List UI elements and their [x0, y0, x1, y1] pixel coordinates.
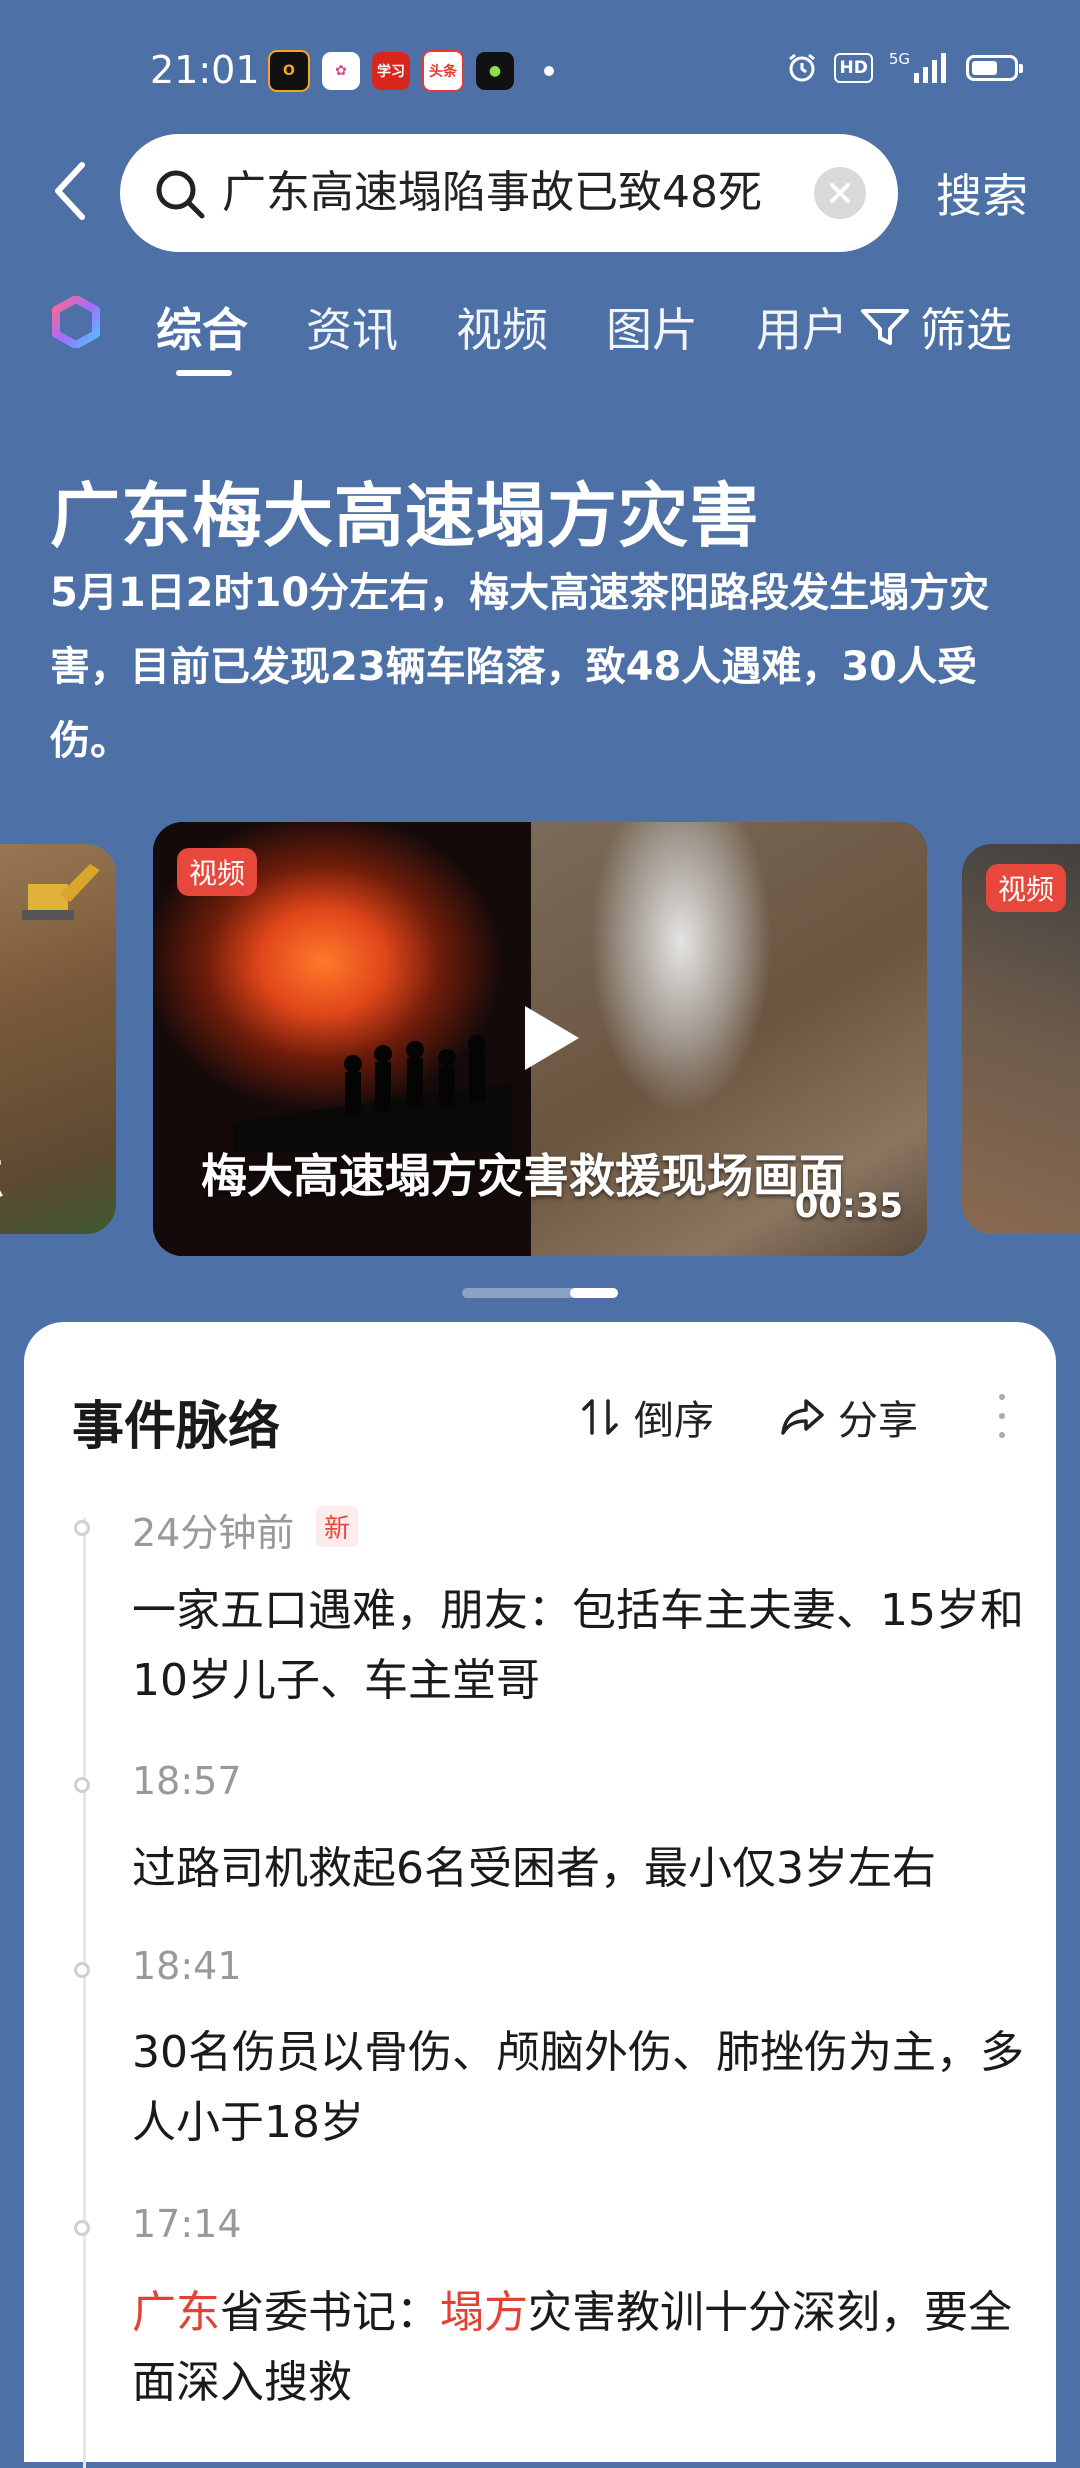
clear-search-button[interactable] — [814, 167, 866, 219]
app-xuexi-icon: 学习 — [372, 52, 410, 90]
timeline-item-text[interactable]: 30名伤员以骨伤、颅脑外伤、肺挫伤为主，多人小于18岁 — [132, 2018, 1032, 2158]
search-input[interactable]: 广东高速塌陷事故已致48死 — [120, 134, 898, 252]
video-title: 梅大高速塌方灾害救援现场画面 — [201, 1149, 845, 1203]
video-badge-next: 视频 — [986, 864, 1067, 912]
app-green-dot-icon: ● — [476, 52, 514, 90]
tab-images[interactable]: 图片 — [606, 294, 698, 360]
event-title[interactable]: 广东梅大高速塌方灾害 — [50, 460, 760, 561]
rescuers-silhouette — [233, 1035, 513, 1152]
new-badge: 新 — [316, 1506, 359, 1547]
video-duration: 00:35 — [794, 1186, 903, 1226]
sort-label: 倒序 — [634, 1398, 714, 1444]
timeline-panel: 事件脉络 倒序 分享 24分钟前 新 一家五口遇难，朋友：包括车主夫妻、15岁和… — [24, 1322, 1056, 2468]
status-right-icons: HD 5G — [786, 50, 1023, 86]
status-bar: 21:01 O ✿ 学习 头条 ● HD 5G — [0, 0, 1080, 140]
play-icon[interactable] — [507, 998, 587, 1078]
event-summary: 5月1日2时10分左右，梅大高速茶阳路段发生塌方灾害，目前已发现23辆车陷落，致… — [50, 570, 990, 764]
chevron-left-icon — [55, 162, 85, 220]
active-tab-indicator — [176, 370, 232, 376]
timeline-item-text[interactable]: 一家五口遇难，朋友：包括车主夫妻、15岁和10岁儿子、车主堂哥 — [132, 1576, 1032, 1716]
timeline-line — [83, 1518, 86, 2468]
timeline-item-time: 17:14 — [132, 2202, 242, 2246]
tab-users[interactable]: 用户 — [756, 294, 848, 360]
share-label: 分享 — [838, 1398, 918, 1444]
highlight-keyword: 广东 — [132, 2287, 220, 2338]
timeline-dot — [74, 1520, 90, 1536]
timeline-item-time: 18:41 — [132, 1944, 242, 1988]
timeline-item-text[interactable]: 过路司机救起6名受困者，最小仅3岁左右 — [132, 1834, 1032, 1904]
filter-button[interactable]: 筛选 — [860, 294, 1012, 360]
app-o-icon: O — [268, 50, 310, 92]
signal-icon: 5G — [889, 50, 950, 86]
timeline-title: 事件脉络 — [72, 1397, 281, 1457]
sort-button[interactable]: 倒序 — [580, 1388, 714, 1446]
battery-icon — [966, 55, 1023, 81]
carousel-pager-active — [570, 1288, 618, 1298]
app-logo-icon — [52, 296, 100, 348]
app-flower-icon: ✿ — [322, 52, 360, 90]
app-toutiao-icon: 头条 — [422, 50, 464, 92]
hd-icon: HD — [834, 53, 873, 83]
timeline-item-time: 18:57 — [132, 1759, 242, 1803]
highlight-keyword: 塌方 — [440, 2287, 528, 2338]
network-type: 5G — [888, 50, 910, 68]
status-time: 21:01 — [150, 48, 260, 92]
search-icon — [156, 170, 205, 219]
carousel-card-next[interactable]: 视频 — [962, 844, 1080, 1234]
tab-video[interactable]: 视频 — [456, 294, 548, 360]
excavator-thumbnail — [22, 864, 100, 920]
timeline-item-time: 24分钟前 — [132, 1511, 295, 1555]
timeline-dot — [74, 1962, 90, 1978]
timeline-item-text[interactable]: 广东省委书记：塌方灾害教训十分深刻，要全面深入搜救 — [132, 2278, 1032, 2418]
sort-icon — [582, 1399, 618, 1435]
back-button[interactable] — [40, 156, 100, 226]
video-badge: 视频 — [177, 848, 258, 896]
close-icon — [830, 183, 850, 203]
filter-label: 筛选 — [920, 303, 1012, 357]
more-notifications-icon — [544, 66, 554, 76]
search-query[interactable]: 广东高速塌陷事故已致48死 — [222, 162, 762, 224]
alarm-icon — [786, 50, 818, 86]
filter-icon — [861, 309, 909, 345]
share-button[interactable]: 分享 — [780, 1388, 918, 1446]
notification-icons: O ✿ 学习 头条 ● — [268, 50, 554, 92]
carousel-card-prev[interactable]: 点 — [0, 844, 116, 1234]
carousel-card-main[interactable]: 视频 梅大高速塌方灾害救援现场画面 00:35 — [153, 822, 927, 1256]
more-options-icon[interactable] — [996, 1394, 1008, 1438]
tab-news[interactable]: 资讯 — [306, 294, 398, 360]
timeline-dot — [74, 2220, 90, 2236]
tab-comprehensive[interactable]: 综合 — [156, 294, 248, 360]
share-icon — [781, 1399, 824, 1435]
text-segment: 省委书记： — [220, 2287, 440, 2338]
timeline-dot — [74, 1777, 90, 1793]
carousel-pager — [462, 1288, 618, 1298]
search-button[interactable]: 搜索 — [936, 160, 1028, 226]
carousel-prev-caption: 点 — [0, 1142, 4, 1206]
